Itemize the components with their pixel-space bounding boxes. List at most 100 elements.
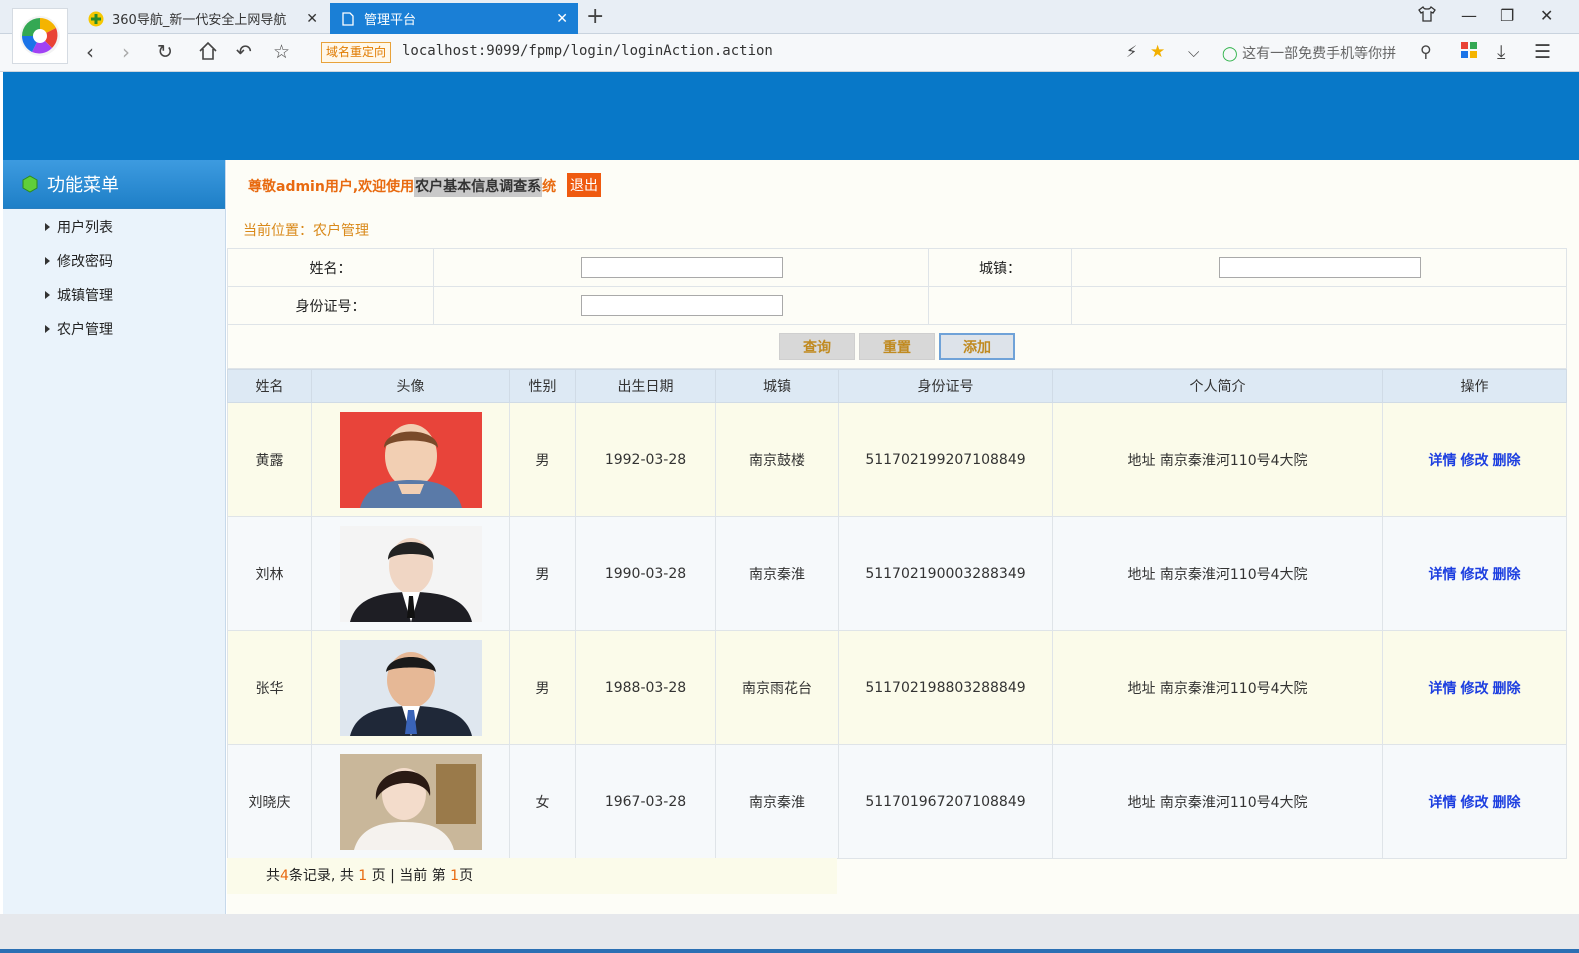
forward-icon[interactable]: ›: [122, 41, 130, 63]
delete-link[interactable]: 删除: [1493, 567, 1521, 583]
col-header: 个人简介: [1052, 369, 1383, 403]
footer-strip: [0, 914, 1579, 953]
id-label: 身份证号：: [227, 286, 434, 325]
apps-icon[interactable]: [1460, 41, 1478, 63]
sidebar-item-label: 用户列表: [57, 220, 113, 236]
col-header: 头像: [311, 369, 510, 403]
browser-tab-admin[interactable]: 管理平台 ✕: [330, 3, 578, 34]
cell-id: 511702198803288849: [838, 630, 1053, 745]
col-header: 性别: [509, 369, 576, 403]
sidebar-header: 功能菜单: [3, 160, 225, 208]
town-input[interactable]: [1219, 257, 1421, 278]
detail-link[interactable]: 详情: [1429, 567, 1457, 583]
menu-hex-icon: [22, 175, 38, 193]
cell-name: 刘林: [227, 516, 312, 631]
breadcrumb: 当前位置：农户管理: [243, 223, 369, 239]
table-row: 刘林 男 1990-03-28 南京秦淮 511702190003288349 …: [227, 516, 1567, 631]
menu-icon[interactable]: ☰: [1534, 41, 1551, 63]
col-header: 操作: [1382, 369, 1567, 403]
redirect-badge[interactable]: 域名重定向: [321, 42, 392, 63]
welcome-message: 尊敬admin用户,欢迎使用农户基本信息调查系统: [248, 176, 557, 197]
current-page: 1: [450, 868, 460, 884]
cell-intro: 地址 南京秦淮河110号4大院: [1052, 630, 1383, 745]
lightning-icon[interactable]: ⚡: [1126, 41, 1137, 63]
sidebar-item-label: 农户管理: [57, 322, 113, 338]
tab-label: 管理平台: [364, 13, 417, 28]
detail-link[interactable]: 详情: [1429, 681, 1457, 697]
delete-link[interactable]: 删除: [1493, 453, 1521, 469]
sidebar-item-farmer-management[interactable]: 农户管理: [3, 312, 225, 346]
cell-intro: 地址 南京秦淮河110号4大院: [1052, 402, 1383, 517]
browser-tab-bar: 360导航_新一代安全上网导航 ✕ 管理平台 ✕ + — ❐ ✕: [0, 0, 1579, 34]
restore-button[interactable]: ❐: [1500, 6, 1514, 25]
minimize-button[interactable]: —: [1461, 6, 1477, 25]
undo-icon[interactable]: ↶: [236, 41, 252, 63]
close-icon[interactable]: ✕: [306, 11, 318, 27]
id-input[interactable]: [581, 295, 783, 316]
logout-button[interactable]: 退出: [567, 173, 601, 197]
total-records: 4: [280, 868, 289, 884]
delete-link[interactable]: 删除: [1493, 681, 1521, 697]
triangle-right-icon: [45, 325, 50, 333]
cell-name: 张华: [227, 630, 312, 745]
chevron-down-icon[interactable]: ⌵: [1188, 41, 1199, 63]
reset-button[interactable]: 重置: [859, 333, 935, 360]
search-icon[interactable]: ⚲: [1420, 41, 1432, 63]
back-icon[interactable]: ‹: [86, 41, 94, 63]
star-icon[interactable]: ★: [1150, 41, 1165, 63]
pager-text: 条记录, 共: [288, 868, 359, 884]
cell-name: 刘晓庆: [227, 744, 312, 859]
total-pages: 1: [358, 868, 368, 884]
table-row: 黄露 男 1992-03-28 南京鼓楼 511702199207108849 …: [227, 402, 1567, 517]
search-placeholder: 这有一部免费手机等你拼: [1242, 46, 1397, 62]
query-button[interactable]: 查询: [779, 333, 855, 360]
edit-link[interactable]: 修改: [1461, 453, 1489, 469]
cell-gender: 男: [509, 630, 576, 745]
cell-id: 511702190003288349: [838, 516, 1053, 631]
sidebar-item-town-management[interactable]: 城镇管理: [3, 278, 225, 312]
add-button[interactable]: 添加: [939, 333, 1015, 360]
sidebar-title: 功能菜单: [47, 175, 119, 196]
delete-link[interactable]: 删除: [1493, 795, 1521, 811]
table-header-row: 姓名 头像 性别 出生日期 城镇 身份证号 个人简介 操作: [227, 369, 1567, 403]
star-outline-icon[interactable]: ☆: [273, 41, 290, 63]
new-tab-button[interactable]: +: [586, 4, 604, 29]
address-bar[interactable]: localhost:9099/fpmp/login/loginAction.ac…: [402, 43, 773, 59]
360-favicon-icon: [88, 11, 104, 27]
browser-nav-bar: ‹ › ↻ ↶ ☆ 域名重定向 localhost:9099/fpmp/logi…: [0, 34, 1579, 72]
edit-link[interactable]: 修改: [1461, 795, 1489, 811]
app-header-banner: [3, 72, 1579, 160]
table-row: 刘晓庆 女 1967-03-28 南京秦淮 511701967207108849…: [227, 744, 1567, 859]
browser-tab-360[interactable]: 360导航_新一代安全上网导航 ✕: [78, 3, 328, 34]
cell-birth: 1992-03-28: [575, 402, 716, 517]
edit-link[interactable]: 修改: [1461, 681, 1489, 697]
welcome-prefix: 尊敬admin用户,欢迎使用: [248, 179, 415, 195]
system-name: 农户基本信息调查系: [414, 177, 543, 197]
tab-label: 360导航_新一代安全上网导航: [112, 13, 287, 28]
cell-id: 511701967207108849: [838, 744, 1053, 859]
home-icon[interactable]: [198, 41, 218, 65]
col-header: 出生日期: [575, 369, 716, 403]
refresh-icon[interactable]: ↻: [157, 41, 173, 63]
farmer-table: 姓名 头像 性别 出生日期 城镇 身份证号 个人简介 操作 黄露 男 1992-…: [227, 369, 1567, 859]
cell-intro: 地址 南京秦淮河110号4大院: [1052, 744, 1383, 859]
close-window-button[interactable]: ✕: [1540, 6, 1553, 25]
search-box[interactable]: ◯ 这有一部免费手机等你拼: [1222, 43, 1396, 63]
search-logo-icon: ◯: [1222, 46, 1238, 62]
detail-link[interactable]: 详情: [1429, 453, 1457, 469]
edit-link[interactable]: 修改: [1461, 567, 1489, 583]
close-icon[interactable]: ✕: [556, 11, 568, 27]
sidebar-item-label: 城镇管理: [57, 288, 113, 304]
cell-town: 南京雨花台: [715, 630, 839, 745]
shirt-icon[interactable]: [1418, 6, 1436, 26]
col-header: 身份证号: [838, 369, 1053, 403]
download-icon[interactable]: ⤓: [1497, 41, 1505, 63]
sidebar-item-change-password[interactable]: 修改密码: [3, 244, 225, 278]
name-input[interactable]: [581, 257, 783, 278]
name-label: 姓名：: [227, 248, 434, 287]
detail-link[interactable]: 详情: [1429, 795, 1457, 811]
pager-text: 页: [459, 868, 474, 884]
cell-name: 黄露: [227, 402, 312, 517]
sidebar-item-user-list[interactable]: 用户列表: [3, 210, 225, 244]
system-name-tail: 统: [542, 179, 557, 195]
